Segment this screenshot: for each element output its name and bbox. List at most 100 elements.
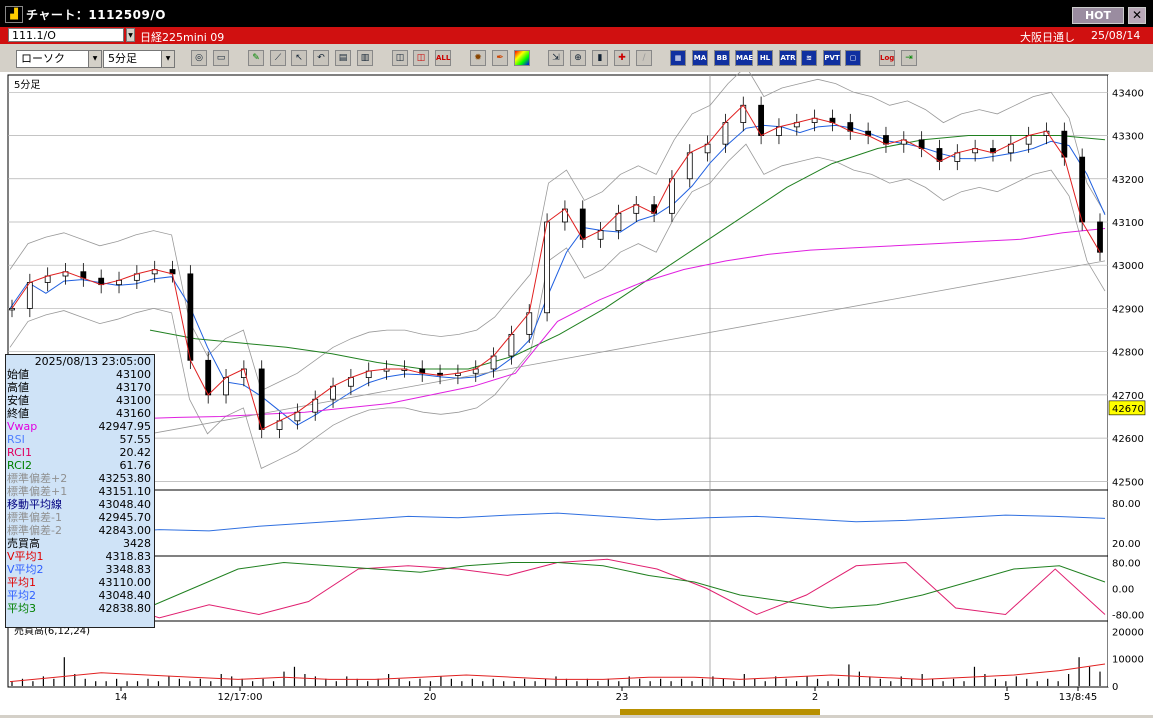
price-chart[interactable]: 5分足 43400 43300 43200 43100 43000 42900 42800 42… xyxy=(0,65,1153,715)
panel-row-label: 標準偏差+2 xyxy=(7,472,68,485)
panel-row-label: 売買高 xyxy=(7,537,40,550)
price-tick-label: 43300 xyxy=(1112,132,1144,143)
chart-type-value: ローソク xyxy=(21,52,65,65)
exit-icon[interactable]: ⇥ xyxy=(901,50,917,66)
pvt-button[interactable]: PVT xyxy=(823,50,841,66)
interval-label: 5分足 xyxy=(14,79,40,91)
candle xyxy=(526,312,533,335)
candle xyxy=(26,282,33,309)
panel-row-value: 3428 xyxy=(123,537,151,550)
footer-bar xyxy=(620,709,820,715)
cursor-icon[interactable]: ↖ xyxy=(291,50,307,66)
panel-row-label: 平均1 xyxy=(7,576,36,589)
market-name: 日経225mini 09 xyxy=(140,31,225,44)
panel-row: 平均1 43110.00 xyxy=(6,576,154,589)
candle xyxy=(508,333,515,357)
bar-chart-icon[interactable]: ▮ xyxy=(592,50,608,66)
candle xyxy=(223,377,229,396)
candle-remove-icon[interactable]: ◫ xyxy=(413,50,429,66)
bb-button[interactable]: BB xyxy=(714,50,730,66)
panel-row-value: 42945.70 xyxy=(98,511,152,524)
x-tick-label: 5 xyxy=(1004,692,1010,703)
panel-row-label: Vwap xyxy=(7,420,38,433)
chart-type-select[interactable]: ローソク ▼ xyxy=(16,50,102,68)
panel-row: V平均2 3348.83 xyxy=(6,563,154,576)
log-button[interactable]: Log xyxy=(879,50,895,66)
note-icon[interactable]: ▤ xyxy=(335,50,351,66)
candle xyxy=(544,221,550,314)
candle xyxy=(758,104,765,136)
color-icon[interactable] xyxy=(514,50,530,66)
panel-row-label: 高値 xyxy=(7,381,29,394)
panel-datetime: 2025/08/13 23:05:00 xyxy=(34,355,151,368)
rsi-icon[interactable]: ≋ xyxy=(801,50,817,66)
x-tick-label: 23 xyxy=(616,692,629,703)
price-pane xyxy=(7,74,1109,491)
zoom-icon[interactable]: ⊕ xyxy=(570,50,586,66)
panel-row: 標準偏差-1 42945.70 xyxy=(6,511,154,524)
interval-select[interactable]: 5分足 ▼ xyxy=(103,50,175,68)
frame-icon[interactable]: ▢ xyxy=(845,50,861,66)
chart-area[interactable]: 5分足 43400 43300 43200 43100 43000 42900 42800 42… xyxy=(0,65,1153,715)
candle xyxy=(1079,156,1086,223)
panel-row-value: 42843.00 xyxy=(98,524,152,537)
panel-row-value: 42947.95 xyxy=(98,420,152,433)
panel-row-value: 4318.83 xyxy=(105,550,152,563)
undo-icon[interactable]: ↶ xyxy=(313,50,329,66)
panel-row-value: 43100 xyxy=(116,394,151,407)
export-icon[interactable]: ⇲ xyxy=(548,50,564,66)
panel-row: 高値 43170 xyxy=(6,381,154,394)
rci-tick-label: -80.00 xyxy=(1112,611,1144,622)
close-icon[interactable]: ✕ xyxy=(1128,7,1146,24)
trash-icon[interactable]: ▥ xyxy=(357,50,373,66)
mae-button[interactable]: MAE xyxy=(735,50,753,66)
panel-row-value: 43100 xyxy=(116,368,151,381)
indicator-icon[interactable]: ✚ xyxy=(614,50,630,66)
panel-row: 平均3 42838.80 xyxy=(6,602,154,615)
panel-row-label: 安値 xyxy=(7,394,29,407)
search-icon[interactable]: ◎ xyxy=(191,50,207,66)
candle xyxy=(9,308,15,311)
settings-icon[interactable]: ✹ xyxy=(470,50,486,66)
panel-row: 標準偏差+2 43253.80 xyxy=(6,472,154,485)
candle xyxy=(579,208,586,240)
panel-row-label: 平均3 xyxy=(7,602,36,615)
chevron-down-icon[interactable]: ▼ xyxy=(161,51,174,67)
hot-button[interactable]: HOT xyxy=(1072,7,1124,24)
panel-row: 売買高 3428 xyxy=(6,537,154,550)
panel-row: 移動平均線 43048.40 xyxy=(6,498,154,511)
price-tick-label: 42900 xyxy=(1112,304,1144,315)
ma-button[interactable]: MA xyxy=(692,50,708,66)
current-price-label: 42670 xyxy=(1112,404,1144,415)
app-icon: ▟ xyxy=(5,6,23,23)
volume-pane xyxy=(7,620,1109,688)
window-title: チャート：1112509/O xyxy=(26,8,166,22)
panel-row-label: 平均2 xyxy=(7,589,36,602)
trend-line-icon[interactable]: ⟋ xyxy=(270,50,286,66)
window-icon[interactable]: ▭ xyxy=(213,50,229,66)
panel-row-label: 標準偏差-2 xyxy=(7,524,62,537)
disabled-icon: / xyxy=(636,50,652,66)
all-button[interactable]: ALL xyxy=(435,50,451,66)
price-tick-label: 43200 xyxy=(1112,175,1144,186)
panel-row: 終値 43160 xyxy=(6,407,154,420)
panel-row-value: 42838.80 xyxy=(98,602,152,615)
panel-row: 平均2 43048.40 xyxy=(6,589,154,602)
price-tick-label: 42800 xyxy=(1112,348,1144,359)
chevron-down-icon[interactable]: ▼ xyxy=(88,51,101,67)
atr-button[interactable]: ATR xyxy=(779,50,797,66)
symbol-input[interactable]: 111.1/O xyxy=(8,28,124,42)
grid-icon[interactable]: ▦ xyxy=(670,50,686,66)
panel-row-value: 43160 xyxy=(116,407,151,420)
panel-row: Vwap 42947.95 xyxy=(6,420,154,433)
candle-add-icon[interactable]: ◫ xyxy=(392,50,408,66)
candle xyxy=(562,208,568,223)
price-tick-label: 42500 xyxy=(1112,477,1144,488)
info-bar: 111.1/O ▼ 日経225mini 09 大阪日通し 25/08/14 xyxy=(0,27,1153,44)
tools-icon[interactable]: ✒ xyxy=(492,50,508,66)
hl-button[interactable]: HL xyxy=(757,50,773,66)
symbol-dropdown-icon[interactable]: ▼ xyxy=(126,28,135,42)
panel-row: 安値 43100 xyxy=(6,394,154,407)
pencil-icon[interactable]: ✎ xyxy=(248,50,264,66)
price-tick-label: 43400 xyxy=(1112,88,1144,99)
